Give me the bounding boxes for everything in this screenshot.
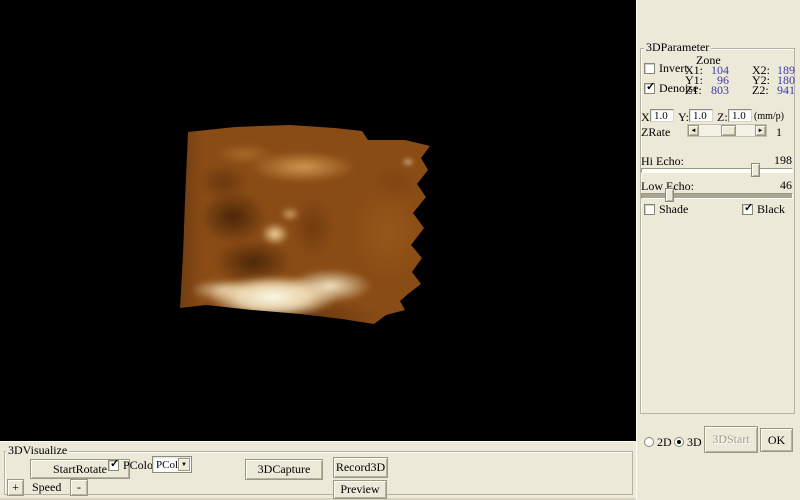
zrate-scrollbar[interactable]: ◄ ►	[687, 124, 767, 137]
zrate-scrollbar-thumb[interactable]	[721, 125, 736, 136]
start-3d-button[interactable]: 3DStart	[704, 426, 758, 453]
zrate-label: ZRate	[641, 126, 670, 138]
visualize-group-title: 3DVisualize	[6, 444, 69, 456]
parameter-panel: 3DParameter Invert ✓ Denoise Zone X1: 10…	[636, 0, 800, 500]
ultrasound-volume-render[interactable]	[178, 122, 434, 328]
hi-echo-slider-track[interactable]	[641, 168, 793, 173]
scale-unit-label: (mm/p)	[754, 111, 784, 123]
speed-minus-button[interactable]: -	[70, 479, 88, 496]
zone-z2-value: 941	[768, 84, 795, 96]
shade-checkbox[interactable]	[644, 204, 655, 215]
denoise-checkbox[interactable]: ✓	[644, 83, 655, 94]
chevron-down-icon[interactable]: ▼	[178, 458, 190, 471]
hi-echo-slider-thumb[interactable]	[751, 163, 760, 177]
scroll-right-icon[interactable]: ►	[755, 125, 766, 136]
low-echo-slider-thumb[interactable]	[665, 188, 674, 202]
pcolor-checkbox[interactable]: ✓	[108, 460, 119, 471]
ok-button[interactable]: OK	[760, 428, 793, 452]
speed-label: Speed	[32, 481, 61, 493]
radio-dot-icon	[677, 440, 681, 444]
zone-z1-value: 803	[701, 84, 729, 96]
check-icon: ✓	[744, 203, 753, 214]
scale-z-label: Z:	[717, 111, 728, 123]
scale-z-input[interactable]	[728, 109, 752, 122]
zone-z2-label: Z2:	[752, 84, 769, 96]
scale-y-label: Y:	[678, 111, 689, 123]
scroll-left-icon[interactable]: ◄	[688, 125, 699, 136]
visualize-panel: 3DVisualize StartRotate + Speed - ✓ PCol…	[0, 441, 636, 500]
check-icon: ✓	[110, 459, 119, 470]
mode-3d-label: 3D	[687, 436, 702, 448]
zone-z1-label: Z1:	[685, 84, 702, 96]
mode-2d-radio[interactable]	[644, 437, 654, 447]
black-label: Black	[757, 203, 785, 215]
scale-y-input[interactable]	[689, 109, 713, 122]
shade-label: Shade	[659, 203, 688, 215]
low-echo-value: 46	[767, 179, 792, 191]
mode-3d-radio[interactable]	[674, 437, 684, 447]
invert-checkbox[interactable]	[644, 63, 655, 74]
mode-2d-label: 2D	[657, 436, 672, 448]
black-checkbox[interactable]: ✓	[742, 204, 753, 215]
speed-plus-button[interactable]: +	[7, 479, 24, 496]
scale-x-input[interactable]	[650, 109, 674, 122]
capture-3d-button[interactable]: 3DCapture	[245, 459, 323, 480]
app-window: { "right_panel": { "group_label": "3DPar…	[0, 0, 800, 500]
render-viewport[interactable]	[0, 0, 636, 441]
hi-echo-value: 198	[767, 154, 792, 166]
pcolor-dropdown[interactable]: PColor ▼	[152, 456, 192, 473]
record-3d-button[interactable]: Record3D	[333, 457, 388, 478]
check-icon: ✓	[646, 82, 655, 93]
hi-echo-label: Hi Echo:	[641, 155, 684, 167]
parameter-group-title: 3DParameter	[644, 41, 711, 53]
invert-label: Invert	[659, 62, 688, 74]
zrate-value: 1	[776, 126, 782, 138]
low-echo-slider-track[interactable]	[641, 193, 793, 199]
preview-button[interactable]: Preview	[333, 480, 387, 499]
ultrasound-texture	[170, 114, 442, 336]
parameter-groupbox	[640, 48, 795, 414]
